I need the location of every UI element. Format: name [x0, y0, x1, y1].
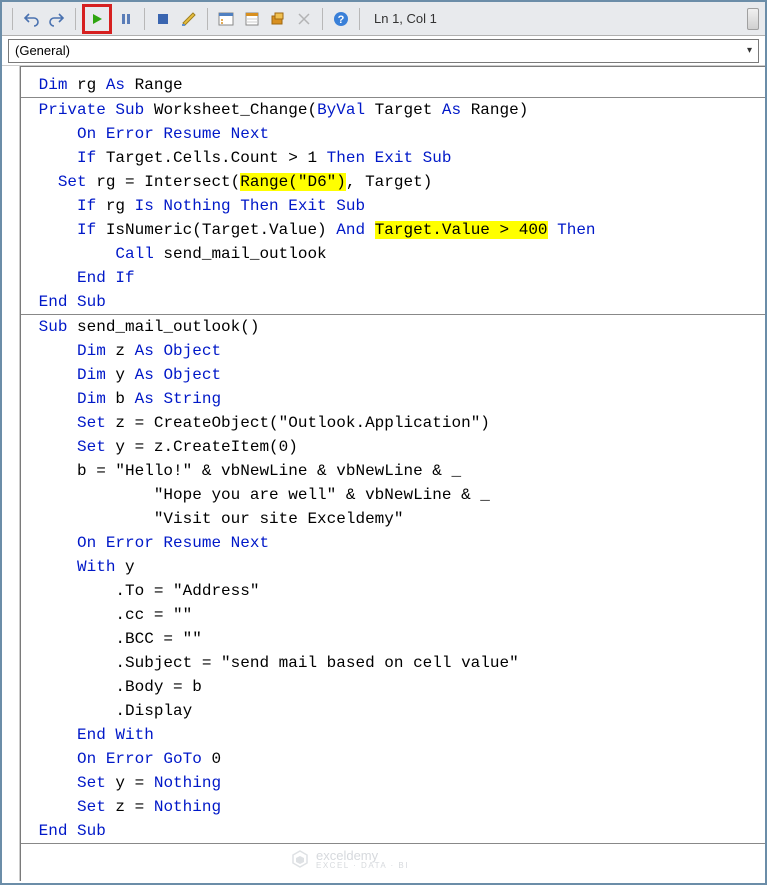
toolbar: ? Ln 1, Col 1 [2, 2, 765, 36]
svg-text:?: ? [338, 14, 345, 26]
run-button[interactable] [87, 9, 107, 29]
separator [12, 8, 13, 30]
project-explorer-icon [218, 11, 234, 27]
procedure-divider [21, 843, 765, 844]
break-button[interactable] [114, 7, 138, 31]
code-editor[interactable]: Dim rg As Range Private Sub Worksheet_Ch… [20, 66, 765, 881]
code-block-3: Sub send_mail_outlook() Dim z As Object … [21, 315, 765, 843]
undo-button[interactable] [19, 7, 43, 31]
help-icon: ? [333, 11, 349, 27]
object-browser-icon [270, 11, 286, 27]
chevron-down-icon: ▾ [747, 45, 752, 56]
margin-indicator-bar [2, 66, 20, 881]
code-area: Dim rg As Range Private Sub Worksheet_Ch… [2, 66, 765, 881]
redo-button[interactable] [45, 7, 69, 31]
run-button-highlight [82, 4, 112, 34]
reset-button[interactable] [151, 7, 175, 31]
declarations-bar: (General) ▾ [2, 36, 765, 66]
redo-icon [49, 11, 65, 27]
object-browser-button[interactable] [266, 7, 290, 31]
code-block-1: Dim rg As Range [21, 73, 765, 97]
toolbar-overflow[interactable] [747, 8, 759, 30]
separator [207, 8, 208, 30]
stop-icon [157, 13, 169, 25]
undo-icon [23, 11, 39, 27]
design-mode-icon [181, 11, 197, 27]
help-button[interactable]: ? [329, 7, 353, 31]
design-mode-button[interactable] [177, 7, 201, 31]
code-block-2: Private Sub Worksheet_Change(ByVal Targe… [21, 98, 765, 314]
toolbox-button[interactable] [292, 7, 316, 31]
separator [144, 8, 145, 30]
separator [75, 8, 76, 30]
cursor-position-status: Ln 1, Col 1 [374, 11, 437, 26]
properties-icon [244, 11, 260, 27]
play-icon [91, 13, 103, 25]
toolbox-icon [296, 11, 312, 27]
properties-button[interactable] [240, 7, 264, 31]
separator [359, 8, 360, 30]
separator [322, 8, 323, 30]
object-dropdown[interactable]: (General) ▾ [8, 39, 759, 63]
object-dropdown-value: (General) [15, 43, 70, 58]
project-explorer-button[interactable] [214, 7, 238, 31]
pause-icon [120, 13, 132, 25]
